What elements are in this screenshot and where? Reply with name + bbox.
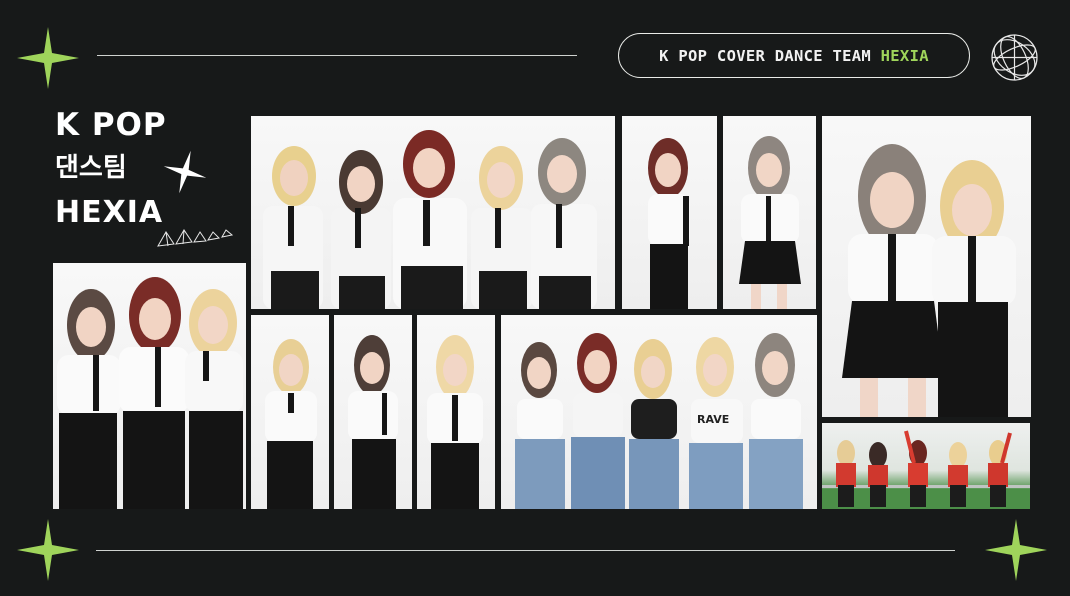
photo-solo-red-hair [622,116,717,309]
photo-performance-field [822,423,1030,509]
photo-solo-blonde-b [417,315,495,509]
photo-group-five [251,116,615,309]
photo-duo [822,116,1031,417]
svg-text:RAVE: RAVE [697,413,729,426]
sparkle-star-icon [985,519,1047,581]
team-label-prefix: K POP COVER DANCE TEAM [659,46,881,65]
photo-trio [53,263,246,509]
photo-solo-grey-hair [723,116,816,309]
sparkle-star-icon [17,519,79,581]
photo-group-casual: RAVE [501,315,817,509]
divider-bottom [96,550,955,551]
photo-solo-blonde-a [251,315,329,509]
title-line-kpop: K POP [55,107,167,143]
sparkle-star-icon [163,150,207,198]
photo-solo-brown-hair [334,315,412,509]
title-line-dance-team: 댄스팀 [55,153,127,183]
sparkle-star-icon [17,27,79,89]
team-label-accent: HEXIA [880,46,929,65]
divider-top [97,55,577,56]
title-line-hexia: HEXIA [55,195,164,230]
gem-doodle-icon [156,226,236,254]
globe-wireframe-icon [990,33,1039,86]
team-label-pill: K POP COVER DANCE TEAM HEXIA [618,33,970,78]
